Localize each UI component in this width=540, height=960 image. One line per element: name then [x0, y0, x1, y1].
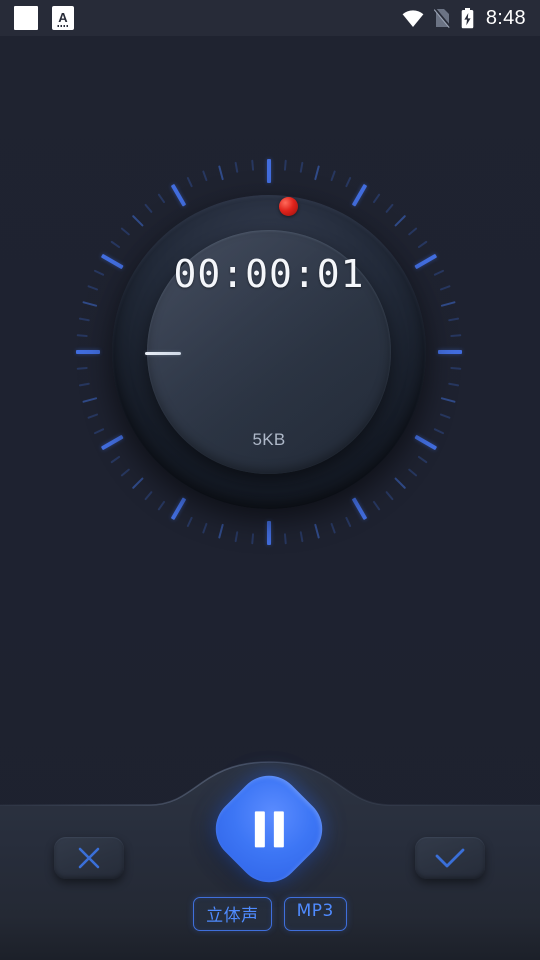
status-bar-clock: 8:48 — [485, 6, 526, 29]
file-size-display: 5KB — [252, 430, 286, 449]
confirm-button[interactable] — [415, 837, 485, 879]
cancel-button[interactable] — [54, 837, 124, 879]
status-bar-left-icons: A — [14, 6, 74, 30]
bottom-bar-actions: 立体声 MP3 — [0, 760, 540, 960]
elapsed-time-display: 00:00:01 — [173, 252, 365, 296]
keyboard-dots-icon — [57, 25, 69, 27]
tag-format[interactable]: MP3 — [283, 897, 347, 931]
close-icon — [78, 847, 100, 869]
tag-stereo[interactable]: 立体声 — [193, 897, 272, 931]
recording-tags: 立体声 MP3 — [0, 897, 540, 931]
pause-icon — [254, 811, 284, 847]
battery-charging-icon — [461, 7, 474, 29]
status-bar: A 8:48 — [0, 0, 540, 36]
keyboard-ime-letter: A — [58, 9, 68, 25]
check-icon — [435, 848, 465, 868]
recording-indicator-dot — [279, 197, 298, 216]
status-bar-right-icons: 8:48 — [402, 7, 526, 30]
keyboard-ime-icon: A — [52, 6, 74, 30]
no-sim-icon — [433, 8, 451, 28]
bottom-control-bar: 立体声 MP3 — [0, 760, 540, 960]
recorder-screen: A 8:48 00:00:01 5KB 立体声 MP3 — [0, 0, 540, 960]
wifi-icon — [402, 9, 424, 27]
pause-button[interactable] — [202, 762, 336, 896]
app-square-icon — [14, 6, 38, 30]
dial-position-marker — [145, 352, 181, 355]
